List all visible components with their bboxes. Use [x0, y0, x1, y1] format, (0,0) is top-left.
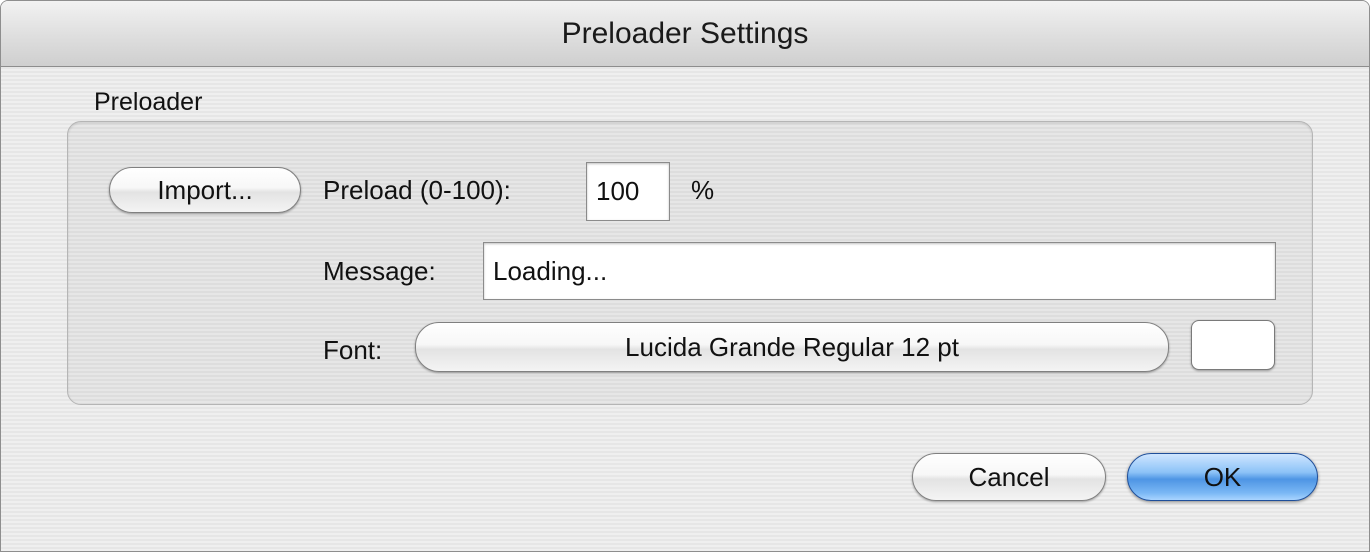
preload-label: Preload (0-100):: [323, 175, 511, 205]
preload-input[interactable]: 100: [586, 162, 670, 221]
import-button-label: Import...: [157, 175, 253, 205]
import-button[interactable]: Import...: [109, 167, 301, 213]
cancel-button-label: Cancel: [968, 462, 1050, 492]
font-select-button[interactable]: Lucida Grande Regular 12 pt: [415, 322, 1169, 372]
title-bar[interactable]: Preloader Settings: [1, 1, 1369, 67]
cancel-button[interactable]: Cancel: [912, 453, 1106, 501]
ok-button-label: OK: [1203, 462, 1242, 492]
percent-label: %: [691, 175, 715, 205]
font-label: Font:: [323, 335, 383, 365]
font-color-well[interactable]: [1191, 320, 1275, 370]
ok-button[interactable]: OK: [1127, 453, 1318, 501]
preloader-settings-dialog: Preloader Settings Preloader Import... P…: [0, 0, 1370, 552]
font-select-label: Lucida Grande Regular 12 pt: [625, 332, 959, 362]
window-title: Preloader Settings: [561, 17, 809, 50]
message-label: Message:: [323, 256, 436, 286]
preloader-group-label: Preloader: [94, 88, 203, 116]
message-input[interactable]: Loading...: [483, 242, 1276, 300]
